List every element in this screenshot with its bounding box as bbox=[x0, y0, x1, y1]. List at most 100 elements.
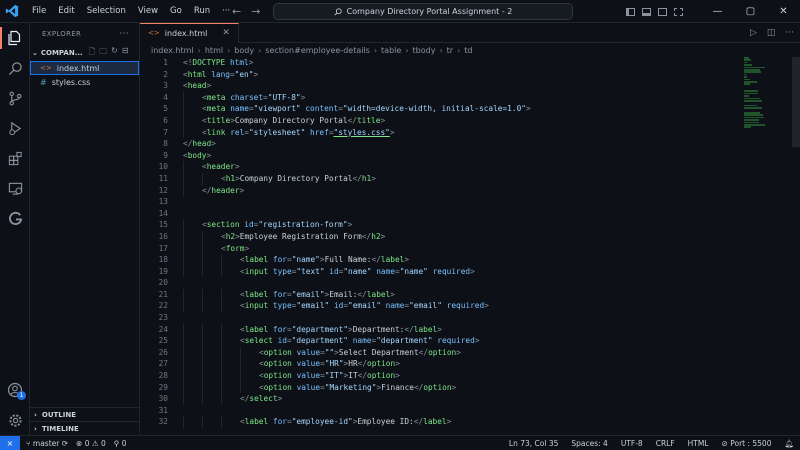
more-actions-icon[interactable]: ··· bbox=[120, 29, 129, 39]
code-line[interactable]: 23 bbox=[140, 312, 744, 324]
forward-arrow-icon[interactable]: → bbox=[251, 5, 260, 18]
code-line[interactable]: 16 <h2>Employee Registration Form</h2> bbox=[140, 230, 744, 243]
close-icon[interactable]: ✕ bbox=[222, 28, 230, 38]
line-number: 4 bbox=[163, 92, 168, 102]
new-folder-icon[interactable]: 🗀 bbox=[99, 46, 107, 60]
menu-view[interactable]: View bbox=[132, 0, 164, 23]
code-line[interactable]: 3 <head> bbox=[140, 80, 744, 92]
gitlens-icon[interactable] bbox=[0, 203, 30, 233]
accounts-icon[interactable]: 1 bbox=[0, 375, 30, 405]
collapse-all-icon[interactable]: ⊟ bbox=[122, 46, 129, 60]
menu-file[interactable]: File bbox=[26, 0, 52, 23]
code-line[interactable]: 8 </head> bbox=[140, 138, 744, 150]
code-line[interactable]: 1 <!DOCTYPE html> bbox=[140, 57, 744, 69]
minimize-button[interactable]: — bbox=[701, 0, 734, 23]
run-icon[interactable]: ▷ bbox=[750, 28, 757, 38]
remote-explorer-icon[interactable] bbox=[0, 173, 30, 203]
code-editor[interactable]: 1 <!DOCTYPE html> 2 <html lang="en"> 3 <head>… bbox=[140, 57, 744, 435]
code-line[interactable]: 18 <label for="name">Full Name:</label> bbox=[140, 254, 744, 266]
breadcrumb-item[interactable]: td bbox=[464, 46, 472, 55]
html-file-icon: <> bbox=[40, 64, 52, 72]
cursor-position[interactable]: Ln 73, Col 35 bbox=[509, 439, 558, 448]
live-server-item[interactable]: ⊘ Port : 5500 bbox=[722, 439, 772, 448]
breadcrumb-item[interactable]: index.html bbox=[151, 46, 194, 55]
breadcrumb-item[interactable]: body bbox=[234, 46, 254, 55]
problems-item[interactable]: ⊗ 0 ⚠ 0 bbox=[76, 439, 106, 448]
code-line[interactable]: 13 bbox=[140, 196, 744, 208]
explorer-icon[interactable] bbox=[0, 23, 30, 53]
minimap[interactable] bbox=[744, 57, 792, 147]
breadcrumb-item[interactable]: html bbox=[205, 46, 223, 55]
menu-selection[interactable]: Selection bbox=[81, 0, 132, 23]
code-line[interactable]: 27 <option value="HR">HR</option> bbox=[140, 358, 744, 371]
code-line[interactable]: 5 <meta name="viewport" content="width=de… bbox=[140, 103, 744, 115]
encoding[interactable]: UTF-8 bbox=[621, 439, 643, 448]
branch-name: master bbox=[32, 438, 60, 448]
search-icon[interactable] bbox=[0, 53, 30, 83]
branch-item[interactable]: ⑂ master ⟳ bbox=[26, 439, 68, 448]
code-line[interactable]: 31 bbox=[140, 405, 744, 417]
code-line[interactable]: 9 <body> bbox=[140, 150, 744, 162]
breadcrumb-item[interactable]: section#employee-details bbox=[265, 46, 370, 55]
maximize-button[interactable]: ▢ bbox=[734, 0, 767, 23]
code-line[interactable]: 15 <section id="registration-form"> bbox=[140, 219, 744, 231]
close-button[interactable]: ✕ bbox=[767, 0, 800, 23]
indent-guide bbox=[240, 370, 241, 382]
vertical-scrollbar[interactable] bbox=[792, 57, 800, 147]
run-and-debug-icon[interactable] bbox=[0, 113, 30, 143]
tab-index-html[interactable]: <> index.html ✕ bbox=[140, 22, 239, 43]
code-line[interactable]: 6 <title>Company Directory Portal</title> bbox=[140, 114, 744, 127]
customize-layout-icon[interactable] bbox=[674, 7, 683, 16]
extensions-icon[interactable] bbox=[0, 143, 30, 173]
line-endings[interactable]: CRLF bbox=[656, 439, 675, 448]
indentation[interactable]: Spaces: 4 bbox=[571, 439, 607, 448]
file-styles-css[interactable]: # styles.css bbox=[30, 75, 139, 89]
file-index-html[interactable]: <> index.html bbox=[30, 61, 139, 75]
breadcrumb-item[interactable]: table bbox=[381, 46, 401, 55]
outline-section[interactable]: › OUTLINE bbox=[30, 407, 140, 421]
code-line[interactable]: 4 <meta charset="UTF-8"> bbox=[140, 91, 744, 104]
code-line[interactable]: 28 <option value="IT">IT</option> bbox=[140, 370, 744, 382]
menu-edit[interactable]: Edit bbox=[52, 0, 80, 23]
code-line[interactable]: 22 <input type="email" id="email" name="e… bbox=[140, 300, 744, 313]
back-arrow-icon[interactable]: ← bbox=[232, 5, 241, 18]
menu-go[interactable]: Go bbox=[164, 0, 188, 23]
command-center-search[interactable]: Company Directory Portal Assignment - 2 bbox=[273, 3, 573, 20]
menu-run[interactable]: Run bbox=[188, 0, 216, 23]
workspace-folder[interactable]: ⌄ COMPAN... 🗋 🗀 ↻ ⊟ bbox=[30, 45, 139, 61]
remote-indicator[interactable]: ⨯ bbox=[0, 435, 20, 450]
toggle-panel-icon[interactable] bbox=[642, 7, 651, 16]
timeline-section[interactable]: › TIMELINE bbox=[30, 421, 140, 435]
notifications-bell-icon[interactable]: 🔔︎ bbox=[784, 439, 794, 448]
code-line[interactable]: 32 <label for="employee-id">Employee ID:<… bbox=[140, 416, 744, 428]
new-file-icon[interactable]: 🗋 bbox=[89, 46, 95, 60]
code-line[interactable]: 2 <html lang="en"> bbox=[140, 69, 744, 81]
code-line[interactable]: 29 <option value="Marketing">Finance</opt… bbox=[140, 381, 744, 394]
code-line[interactable]: 30 </select> bbox=[140, 393, 744, 405]
code-text: <label for="name">Full Name:</label> bbox=[183, 254, 409, 266]
code-line[interactable]: 11 <h1>Company Directory Portal</h1> bbox=[140, 172, 744, 185]
breadcrumb-item[interactable]: tbody bbox=[413, 46, 436, 55]
manage-gear-icon[interactable] bbox=[0, 405, 30, 435]
code-line[interactable]: 7 <link rel="stylesheet" href="styles.css… bbox=[140, 126, 744, 139]
code-line[interactable]: 21 <label for="email">Email:</label> bbox=[140, 288, 744, 301]
code-line[interactable]: 19 <input type="text" id="name" name="nam… bbox=[140, 265, 744, 278]
more-actions-icon[interactable]: ··· bbox=[785, 28, 794, 38]
minimap-line bbox=[744, 123, 765, 126]
source-control-icon[interactable] bbox=[0, 83, 30, 113]
code-line[interactable]: 20 bbox=[140, 277, 744, 289]
code-line[interactable]: 12 </header> bbox=[140, 184, 744, 197]
code-line[interactable]: 24 <label for="department">Department:</l… bbox=[140, 323, 744, 336]
code-line[interactable]: 26 <option value="">Select Department</op… bbox=[140, 346, 744, 359]
code-line[interactable]: 14 bbox=[140, 208, 744, 220]
toggle-primary-sidebar-icon[interactable] bbox=[626, 7, 635, 16]
split-editor-icon[interactable]: ◫ bbox=[767, 28, 776, 38]
code-line[interactable]: 10 <header> bbox=[140, 161, 744, 173]
language-mode[interactable]: HTML bbox=[688, 439, 709, 448]
breadcrumb-item[interactable]: tr bbox=[447, 46, 453, 55]
ports-item[interactable]: ⚲ 0 bbox=[114, 439, 127, 448]
refresh-icon[interactable]: ↻ bbox=[111, 46, 118, 60]
code-line[interactable]: 25 <select id="department" name="departme… bbox=[140, 335, 744, 347]
toggle-secondary-sidebar-icon[interactable] bbox=[658, 7, 667, 16]
code-line[interactable]: 17 <form> bbox=[140, 242, 744, 255]
